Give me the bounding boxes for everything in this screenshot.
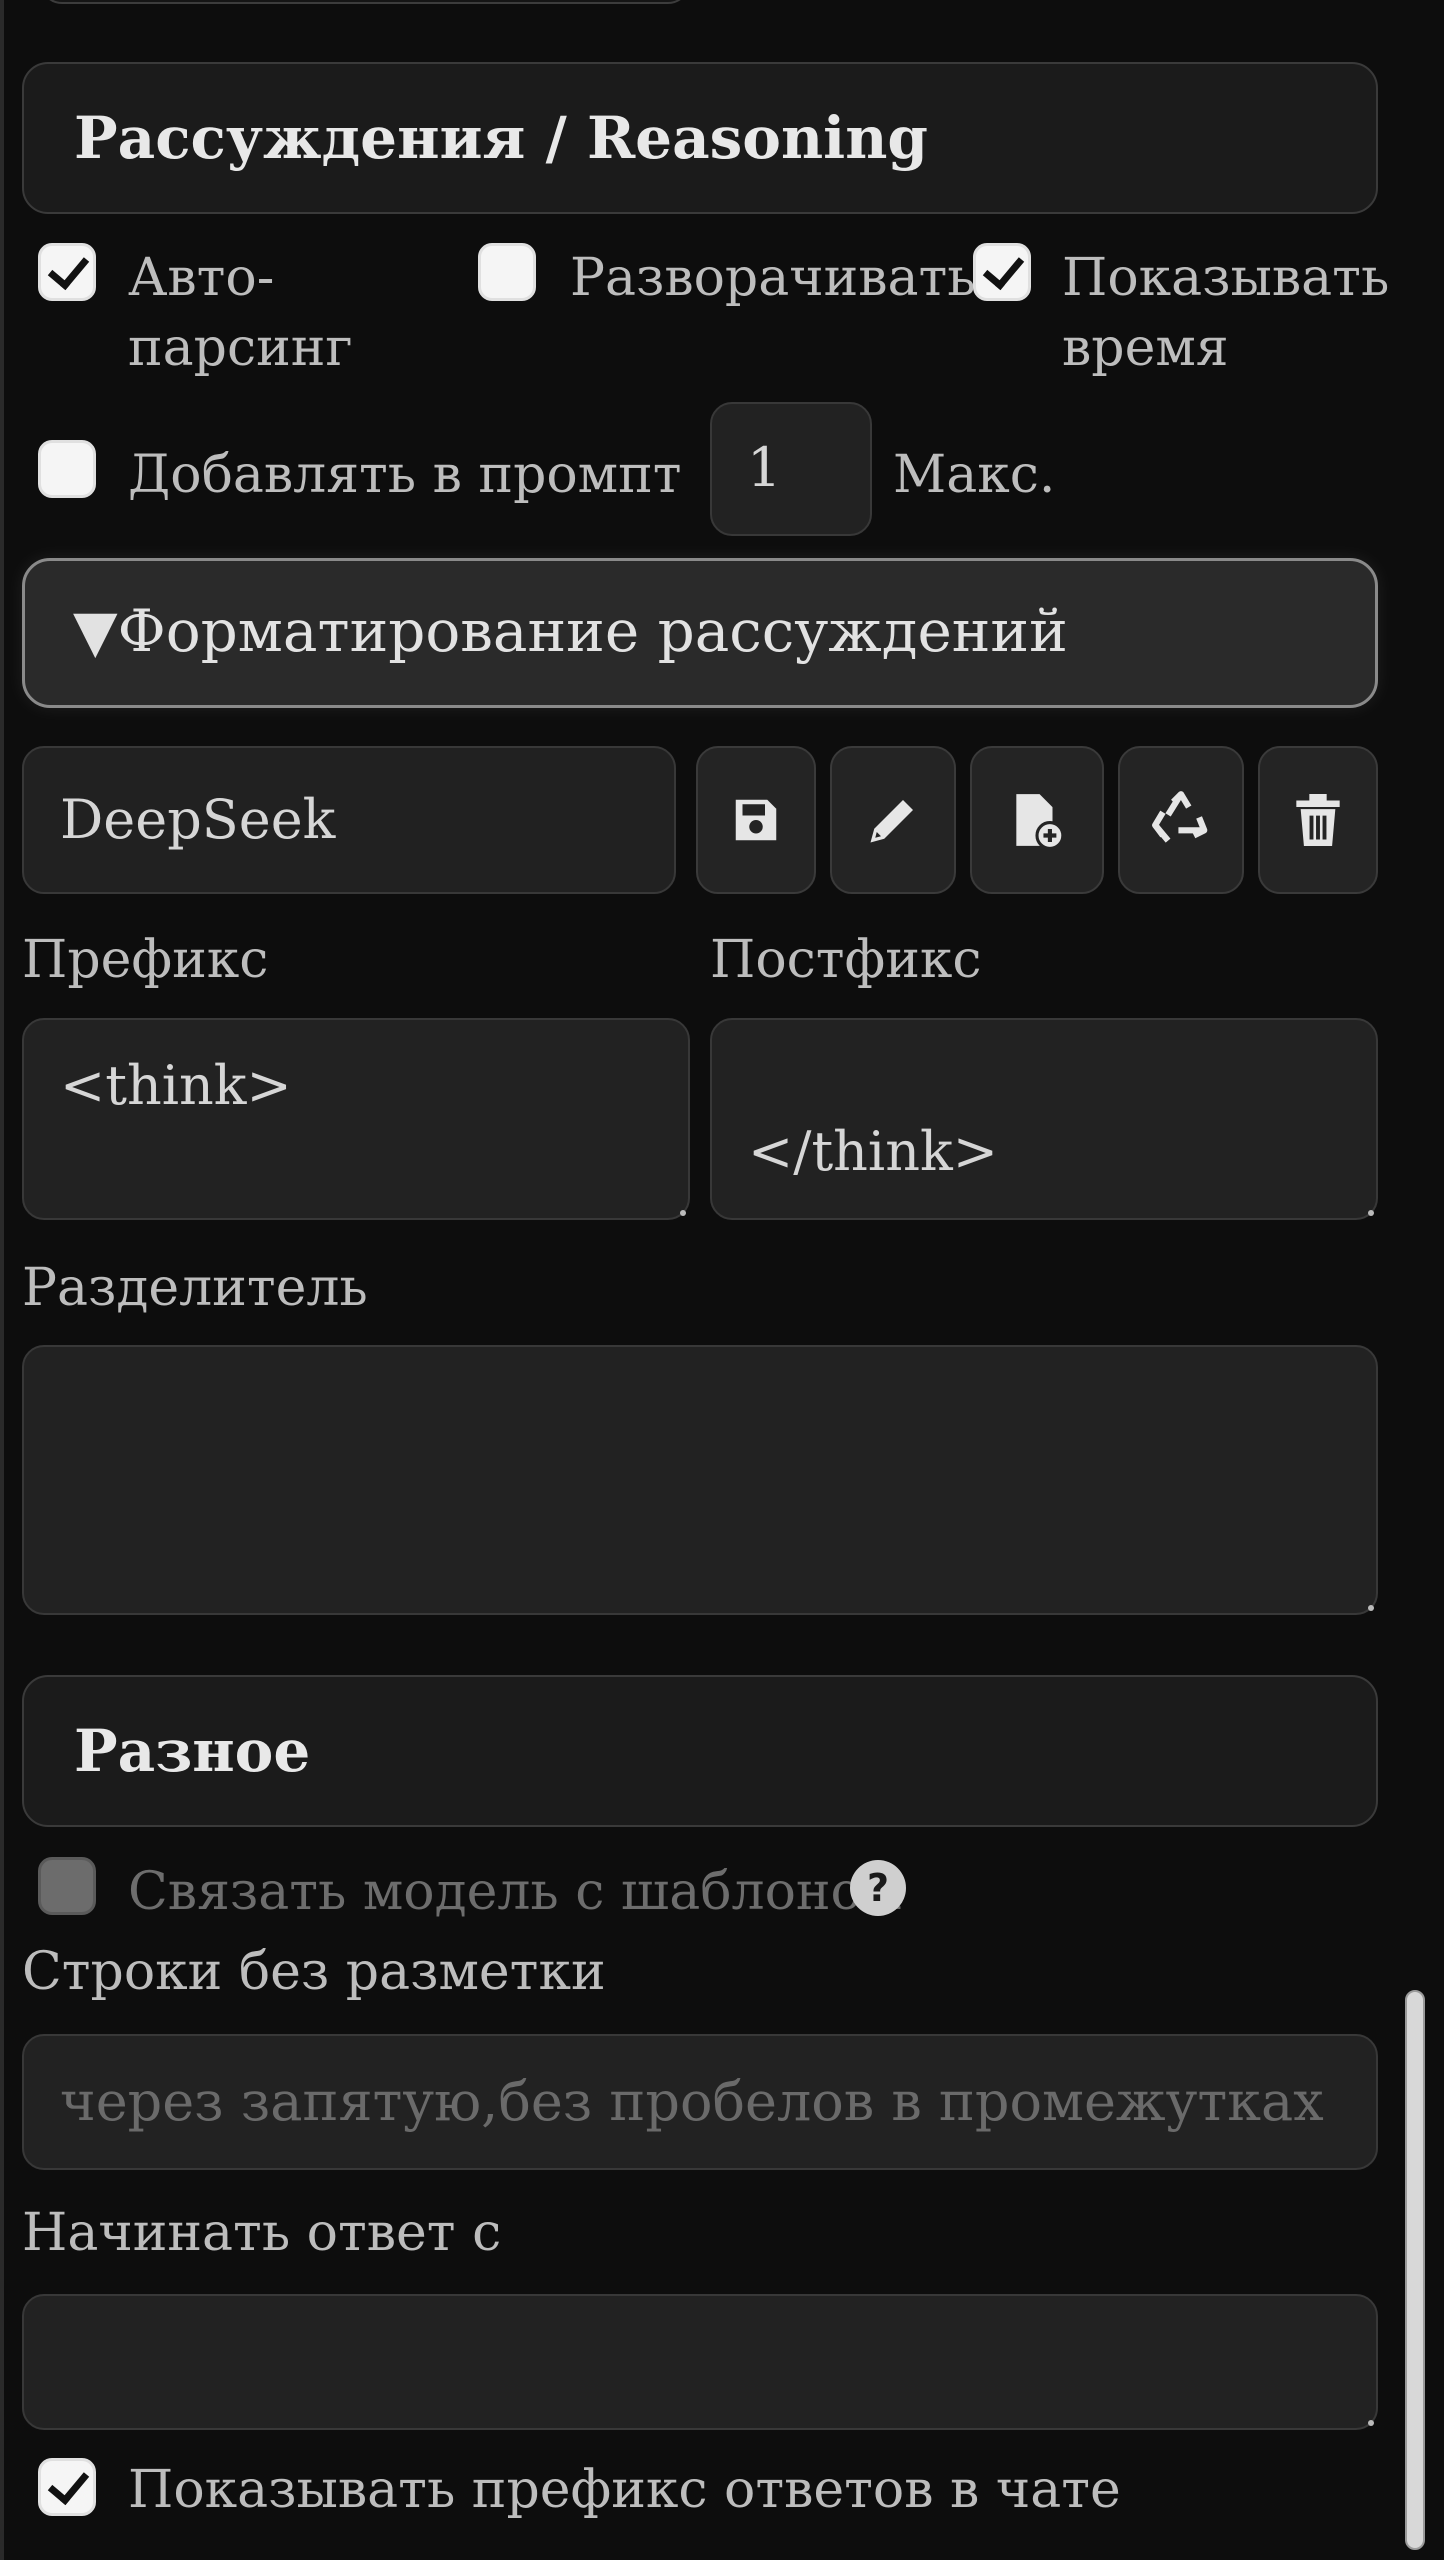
max-additions-input[interactable]: 1 xyxy=(710,402,872,536)
help-icon[interactable]: ? xyxy=(850,1860,906,1916)
start-reply-textarea[interactable] xyxy=(22,2294,1378,2430)
max-additions-value: 1 xyxy=(747,436,782,499)
show-time-checkbox[interactable] xyxy=(973,243,1031,301)
show-time-label: Показывать время xyxy=(1062,243,1389,383)
resize-handle[interactable] xyxy=(1368,1605,1374,1611)
prefix-label: Префикс xyxy=(22,930,269,990)
restore-preset-button[interactable] xyxy=(1118,746,1244,894)
bind-model-checkbox[interactable] xyxy=(38,1857,96,1915)
reasoning-title: Рассуждения / Reasoning xyxy=(74,104,928,172)
trash-icon xyxy=(1296,794,1340,846)
nomarkdown-input[interactable]: через запятую,без пробелов в промежутках xyxy=(22,2034,1378,2170)
resize-handle[interactable] xyxy=(1368,1210,1374,1216)
resize-handle[interactable] xyxy=(680,1210,686,1216)
rename-preset-button[interactable] xyxy=(830,746,956,894)
scrollbar-thumb[interactable] xyxy=(1405,1990,1425,2550)
misc-title: Разное xyxy=(74,1717,311,1785)
auto-parse-option[interactable] xyxy=(38,243,96,301)
separator-textarea[interactable] xyxy=(22,1345,1378,1615)
suffix-value: </think> xyxy=(748,1120,998,1183)
new-preset-button[interactable] xyxy=(970,746,1104,894)
reasoning-preset-select[interactable]: DeepSeek xyxy=(22,746,676,894)
add-to-prompt-label: Добавлять в промпт xyxy=(128,445,682,505)
prefix-value: <think> xyxy=(60,1054,292,1117)
prefix-textarea[interactable]: <think> xyxy=(22,1018,690,1220)
nomarkdown-label: Строки без разметки xyxy=(22,1942,606,2002)
bind-model-option[interactable] xyxy=(38,1857,96,1915)
auto-parse-label-line1: Авто- xyxy=(128,248,275,308)
auto-parse-label: Авто- парсинг xyxy=(128,243,353,383)
nomarkdown-placeholder: через запятую,без пробелов в промежутках xyxy=(60,2070,1324,2133)
show-time-label-line2: время xyxy=(1062,318,1229,378)
misc-section-header: Разное xyxy=(22,1675,1378,1827)
resize-handle[interactable] xyxy=(1368,2420,1374,2426)
start-reply-label: Начинать ответ с xyxy=(22,2203,502,2263)
panel-left-border xyxy=(0,0,4,2560)
save-icon xyxy=(735,799,777,841)
file-add-icon xyxy=(1016,794,1065,850)
show-prefix-checkbox[interactable] xyxy=(38,2458,96,2516)
recycle-icon xyxy=(1152,791,1208,843)
previous-section-fragment xyxy=(40,0,690,4)
reasoning-section-header: Рассуждения / Reasoning xyxy=(22,62,1378,214)
show-prefix-label: Показывать префикс ответов в чате xyxy=(128,2460,1121,2520)
add-to-prompt-checkbox[interactable] xyxy=(38,440,96,498)
suffix-label: Постфикс xyxy=(710,930,982,990)
auto-expand-label: Разворачивать xyxy=(570,248,976,308)
reasoning-preset-value: DeepSeek xyxy=(60,788,336,851)
separator-label: Разделитель xyxy=(22,1258,368,1318)
pencil-icon xyxy=(870,800,913,843)
bind-model-label: Связать модель с шаблоном xyxy=(128,1862,903,1922)
delete-preset-button[interactable] xyxy=(1258,746,1378,894)
reasoning-formatting-summary: ▼Форматирование рассуждений xyxy=(73,597,1068,665)
show-time-option[interactable] xyxy=(973,243,1031,301)
auto-parse-checkbox[interactable] xyxy=(38,243,96,301)
auto-parse-label-line2: парсинг xyxy=(128,318,353,378)
show-prefix-option[interactable] xyxy=(38,2458,96,2516)
auto-expand-checkbox[interactable] xyxy=(478,243,536,301)
auto-expand-option[interactable] xyxy=(478,243,536,301)
max-additions-label: Макс. xyxy=(893,445,1056,505)
show-time-label-line1: Показывать xyxy=(1062,248,1390,308)
save-preset-button[interactable] xyxy=(696,746,816,894)
add-to-prompt-option[interactable] xyxy=(38,440,96,498)
suffix-textarea[interactable]: </think> xyxy=(710,1018,1378,1220)
reasoning-formatting-toggle[interactable]: ▼Форматирование рассуждений xyxy=(22,558,1378,708)
